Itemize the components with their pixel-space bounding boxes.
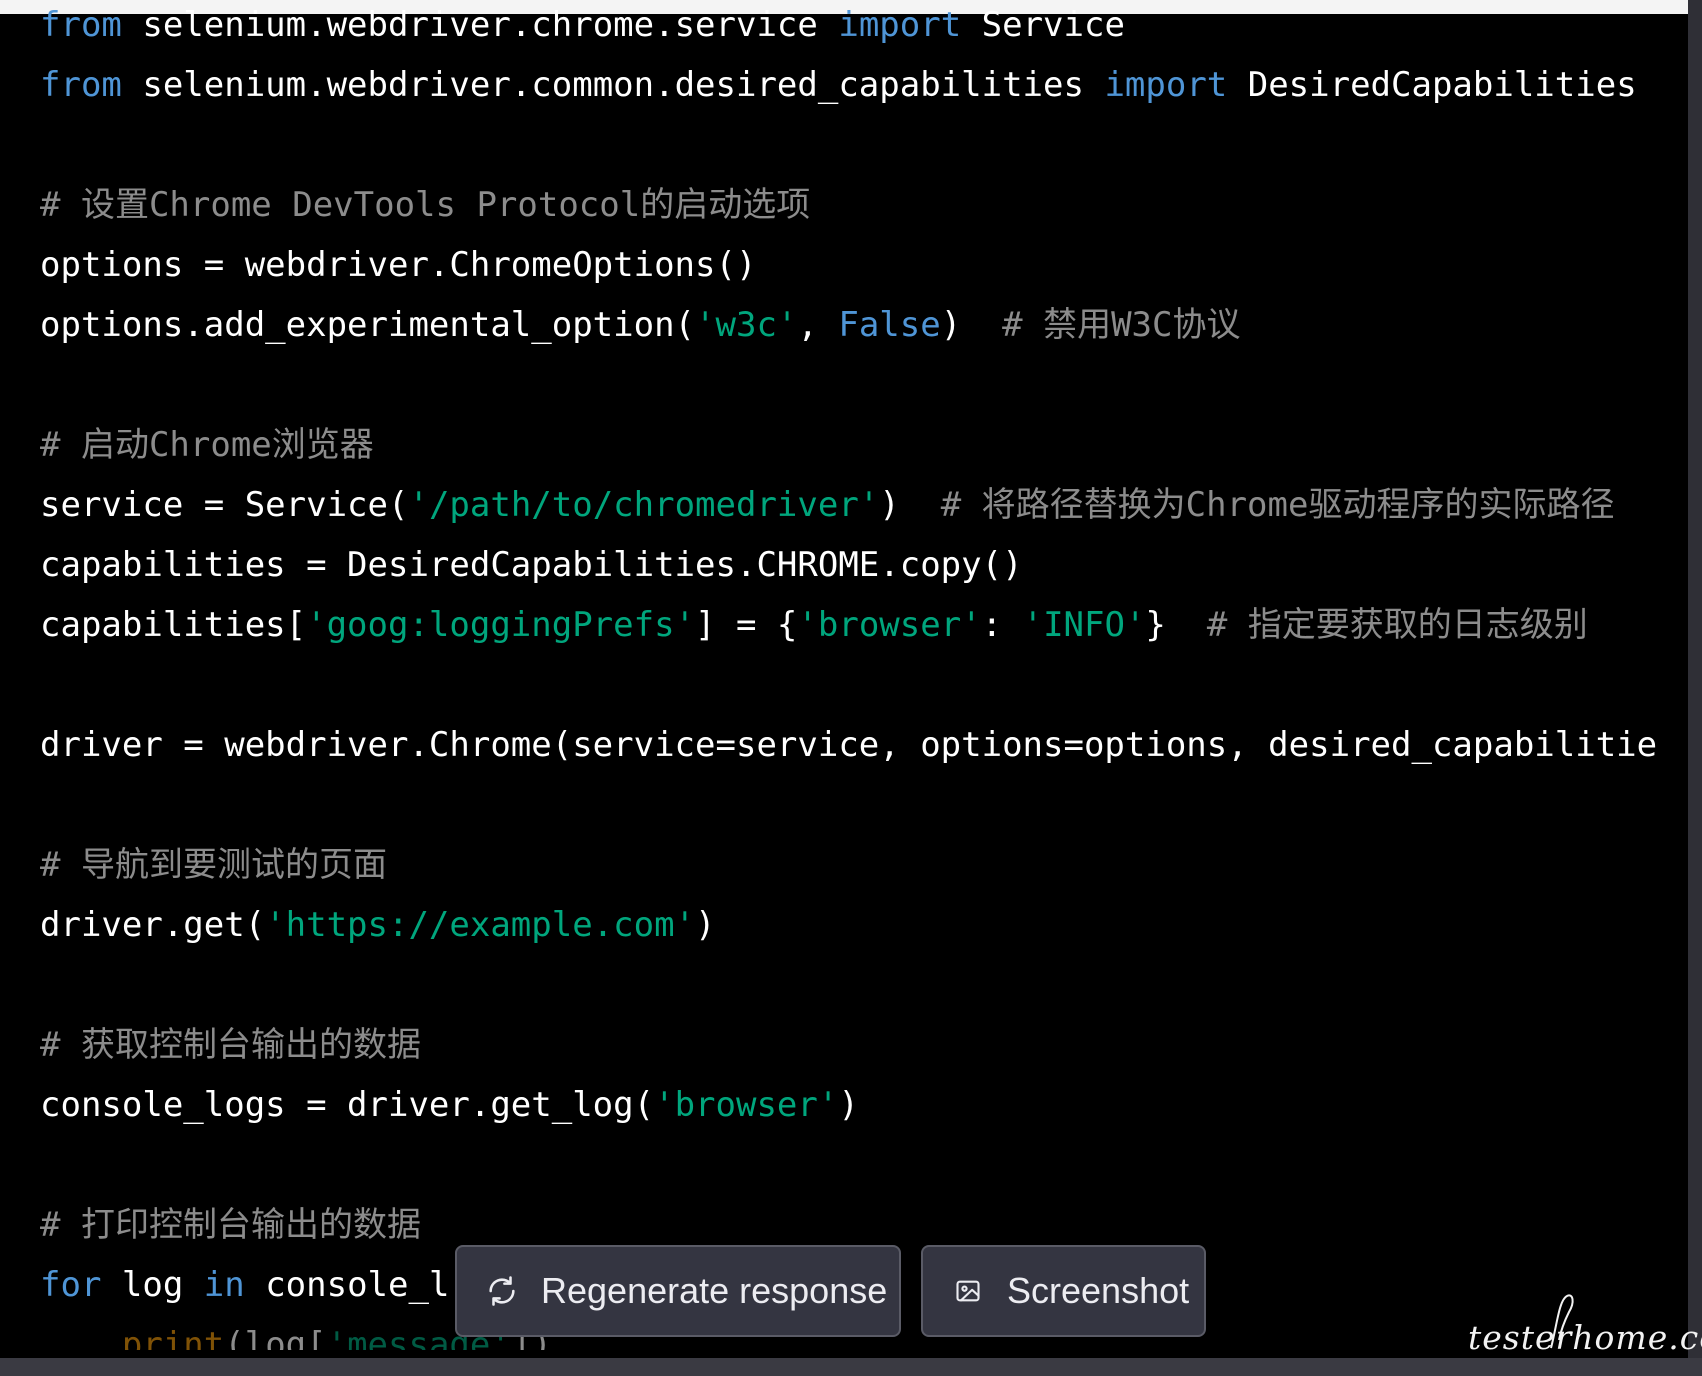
code-token: console_l bbox=[244, 1265, 450, 1305]
code-token: Service bbox=[961, 5, 1125, 45]
code-token: 'browser' bbox=[654, 1085, 839, 1125]
code-token: selenium.webdriver.common.desired_capabi… bbox=[121, 65, 1105, 105]
code-line: # 设置Chrome DevTools Protocol的启动选项 bbox=[40, 175, 1690, 235]
code-line: from selenium.webdriver.chrome.service i… bbox=[40, 0, 1690, 55]
code-token: in bbox=[203, 1265, 245, 1305]
regenerate-response-label: Regenerate response bbox=[541, 1270, 888, 1311]
image-icon bbox=[951, 1274, 985, 1308]
code-token: selenium.webdriver.chrome.service bbox=[121, 5, 839, 45]
code-token: import bbox=[1104, 65, 1228, 105]
code-token: ] = { bbox=[695, 605, 798, 645]
screenshot-button[interactable]: Screenshot bbox=[921, 1245, 1206, 1337]
code-token: 'w3c' bbox=[695, 305, 798, 345]
code-token: , bbox=[797, 305, 839, 345]
code-token: capabilities = DesiredCapabilities.CHROM… bbox=[40, 545, 1023, 585]
code-token: options.add_experimental_option( bbox=[40, 305, 696, 345]
watermark: testerhome.com bbox=[1468, 1318, 1702, 1357]
code-token: console_logs = driver.get_log( bbox=[40, 1085, 655, 1125]
code-token: options = webdriver.ChromeOptions() bbox=[40, 245, 757, 285]
code-line: # 启动Chrome浏览器 bbox=[40, 415, 1690, 475]
code-token: for bbox=[40, 1265, 102, 1305]
code-line: driver.get('https://example.com') bbox=[40, 895, 1690, 955]
code-token: service = Service( bbox=[40, 485, 409, 525]
code-line: from selenium.webdriver.common.desired_c… bbox=[40, 55, 1690, 115]
code-line: # 获取控制台输出的数据 bbox=[40, 1015, 1690, 1075]
code-token: 'https://example.com' bbox=[265, 905, 696, 945]
code-line: capabilities['goog:loggingPrefs'] = {'br… bbox=[40, 595, 1690, 655]
code-token: driver.get( bbox=[40, 905, 266, 945]
code-token: capabilities[ bbox=[40, 605, 307, 645]
code-token: DesiredCapabilities bbox=[1227, 65, 1637, 105]
code-block: from selenium.webdriver.chrome.service i… bbox=[40, 0, 1690, 1350]
code-token: '/path/to/chromedriver' bbox=[408, 485, 880, 525]
code-token: 'INFO' bbox=[1022, 605, 1146, 645]
code-token: # 指定要获取的日志级别 bbox=[1206, 605, 1588, 645]
code-token: import bbox=[838, 5, 962, 45]
code-token: ) bbox=[838, 1085, 859, 1125]
code-token: 'browser' bbox=[797, 605, 982, 645]
code-line: driver = webdriver.Chrome(service=servic… bbox=[40, 715, 1690, 775]
code-token: } bbox=[1145, 605, 1207, 645]
code-token: # 启动Chrome浏览器 bbox=[40, 425, 374, 465]
refresh-icon bbox=[485, 1274, 519, 1308]
code-line: console_logs = driver.get_log('browser') bbox=[40, 1075, 1690, 1135]
code-token: from bbox=[40, 5, 122, 45]
code-token: : bbox=[981, 605, 1023, 645]
regenerate-response-button[interactable]: Regenerate response bbox=[455, 1245, 901, 1337]
code-token: ) bbox=[879, 485, 941, 525]
code-line: service = Service('/path/to/chromedriver… bbox=[40, 475, 1690, 535]
chat-code-view: from selenium.webdriver.chrome.service i… bbox=[0, 0, 1702, 1376]
bottom-edge bbox=[0, 1358, 1702, 1376]
code-token: ) bbox=[695, 905, 716, 945]
screenshot-label: Screenshot bbox=[1007, 1270, 1190, 1311]
code-token: driver = webdriver.Chrome(service=servic… bbox=[40, 725, 1658, 765]
code-token: False bbox=[838, 305, 941, 345]
code-token: # 将路径替换为Chrome驱动程序的实际路径 bbox=[940, 485, 1615, 525]
code-token: # 设置Chrome DevTools Protocol的启动选项 bbox=[40, 185, 811, 225]
code-line: # 导航到要测试的页面 bbox=[40, 835, 1690, 895]
code-token: (log[ bbox=[224, 1325, 327, 1350]
scrollbar-track[interactable] bbox=[1688, 0, 1702, 1376]
code-token: # 导航到要测试的页面 bbox=[40, 845, 387, 885]
code-token: log bbox=[101, 1265, 204, 1305]
code-token: # 获取控制台输出的数据 bbox=[40, 1025, 421, 1065]
code-token: ) bbox=[940, 305, 1003, 345]
code-line: capabilities = DesiredCapabilities.CHROM… bbox=[40, 535, 1690, 595]
code-token: from bbox=[40, 65, 122, 105]
code-token: 'goog:loggingPrefs' bbox=[306, 605, 696, 645]
code-line: options = webdriver.ChromeOptions() bbox=[40, 235, 1690, 295]
code-token: print bbox=[121, 1325, 225, 1350]
code-token: # 打印控制台输出的数据 bbox=[40, 1205, 421, 1245]
code-token: # 禁用W3C协议 bbox=[1002, 305, 1241, 345]
code-line: options.add_experimental_option('w3c', F… bbox=[40, 295, 1690, 355]
